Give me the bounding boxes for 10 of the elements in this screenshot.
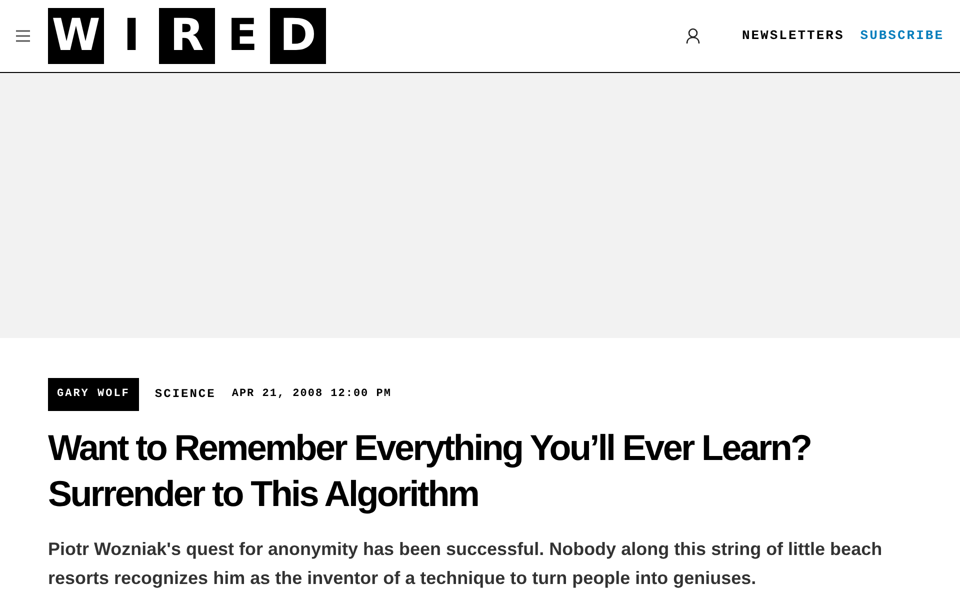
- publish-date: APR 21, 2008 12:00 PM: [232, 387, 392, 402]
- user-icon[interactable]: [686, 28, 700, 44]
- nav-link[interactable]: NEWSLETTERS: [742, 26, 844, 46]
- article-lede: Piotr Wozniak's quest for anonymity has been successful. Nobody along this string of little beach resorts recognizes him as the inventor of a technique to turn people into geniuses.: [48, 538, 884, 590]
- section-link[interactable]: SCIENCE: [154, 385, 216, 404]
- headline: Want to Remember Everything You’ll Ever Learn? Surrender to This Algorithm: [48, 426, 812, 516]
- author-link[interactable]: GARY WOLF: [48, 378, 139, 410]
- nav-link[interactable]: SUBSCRIBE: [860, 26, 944, 46]
- wired-logo[interactable]: W I R E D: [48, 8, 326, 64]
- menu-icon[interactable]: [16, 30, 30, 42]
